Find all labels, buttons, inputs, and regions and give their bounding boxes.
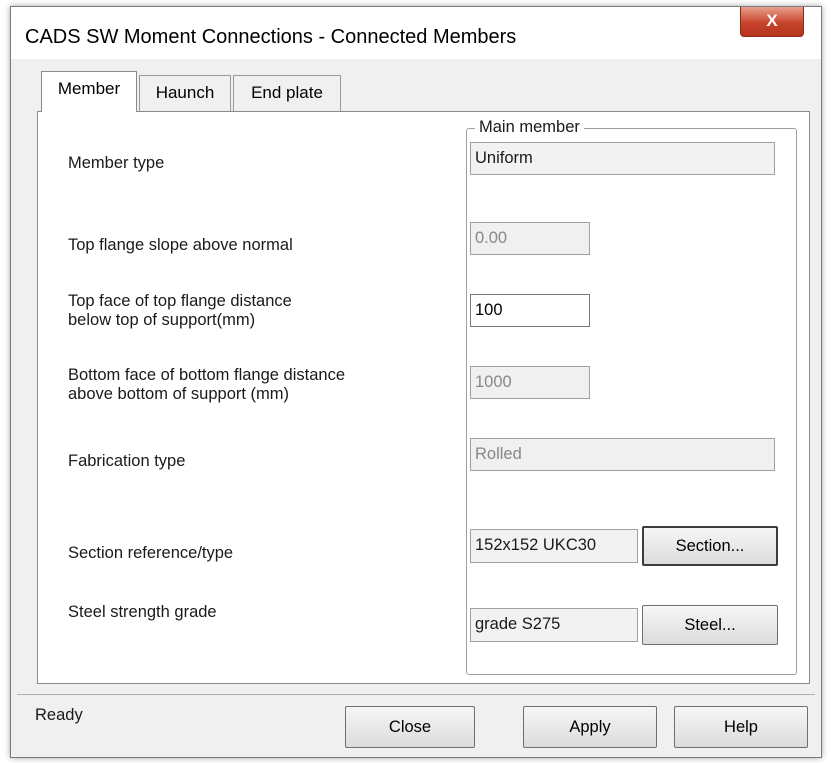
steel-button-label: Steel... [684, 616, 736, 634]
apply-button[interactable]: Apply [523, 706, 657, 748]
status-divider [17, 694, 815, 695]
help-button[interactable]: Help [674, 706, 808, 748]
section-button-label: Section... [675, 537, 745, 555]
steel-grade-label: Steel strength grade [68, 603, 217, 621]
bottom-face-distance-label-line1: Bottom face of bottom flange distance [68, 366, 345, 384]
tab-member-label: Member [57, 79, 121, 98]
window-close-button[interactable]: X [740, 7, 804, 37]
top-face-distance-value: 100 [475, 301, 503, 319]
steel-grade-value: grade S275 [475, 615, 561, 633]
apply-button-label: Apply [569, 718, 611, 736]
section-reference-value: 152x152 UKC30 [475, 536, 597, 554]
tab-haunch-label: Haunch [155, 83, 215, 102]
main-member-group [466, 128, 797, 675]
section-button[interactable]: Section... [642, 526, 778, 566]
top-face-distance-label-line2: below top of support(mm) [68, 311, 256, 329]
tab-end-plate-label: End plate [251, 83, 323, 102]
tab-end-plate[interactable]: End plate [233, 75, 341, 111]
dialog-window: CADS SW Moment Connections - Connected M… [10, 6, 822, 758]
top-flange-slope-field: 0.00 [470, 222, 590, 255]
top-flange-slope-value: 0.00 [475, 229, 508, 247]
dialog-body: Member Haunch End plate Main member Memb… [17, 59, 815, 751]
tab-member[interactable]: Member [41, 71, 137, 112]
fabrication-type-label: Fabrication type [68, 452, 186, 470]
bottom-face-distance-label-line2: above bottom of support (mm) [68, 385, 290, 403]
top-flange-slope-label: Top flange slope above normal [68, 236, 293, 254]
steel-grade-field: grade S275 [470, 608, 638, 642]
fabrication-type-value: Rolled [475, 445, 522, 463]
member-type-field: Uniform [470, 142, 775, 175]
close-button[interactable]: Close [345, 706, 475, 748]
close-icon: X [766, 11, 778, 30]
top-face-distance-label-line1: Top face of top flange distance [68, 292, 292, 310]
help-button-label: Help [724, 718, 758, 736]
title-bar[interactable]: CADS SW Moment Connections - Connected M… [11, 7, 821, 59]
bottom-face-distance-value: 1000 [475, 373, 512, 391]
section-reference-label: Section reference/type [68, 544, 234, 562]
member-tab-panel: Main member Member type Uniform Top flan… [37, 111, 810, 684]
status-text: Ready [35, 706, 83, 724]
tab-haunch[interactable]: Haunch [139, 75, 231, 111]
steel-button[interactable]: Steel... [642, 605, 778, 645]
main-member-group-title: Main member [475, 118, 584, 137]
bottom-face-distance-field: 1000 [470, 366, 590, 399]
top-face-distance-input[interactable]: 100 [470, 294, 590, 327]
member-type-value: Uniform [475, 149, 533, 167]
member-type-label: Member type [68, 154, 165, 172]
fabrication-type-field: Rolled [470, 438, 775, 471]
window-title: CADS SW Moment Connections - Connected M… [25, 26, 517, 48]
section-reference-field: 152x152 UKC30 [470, 529, 638, 563]
close-button-label: Close [388, 718, 432, 736]
